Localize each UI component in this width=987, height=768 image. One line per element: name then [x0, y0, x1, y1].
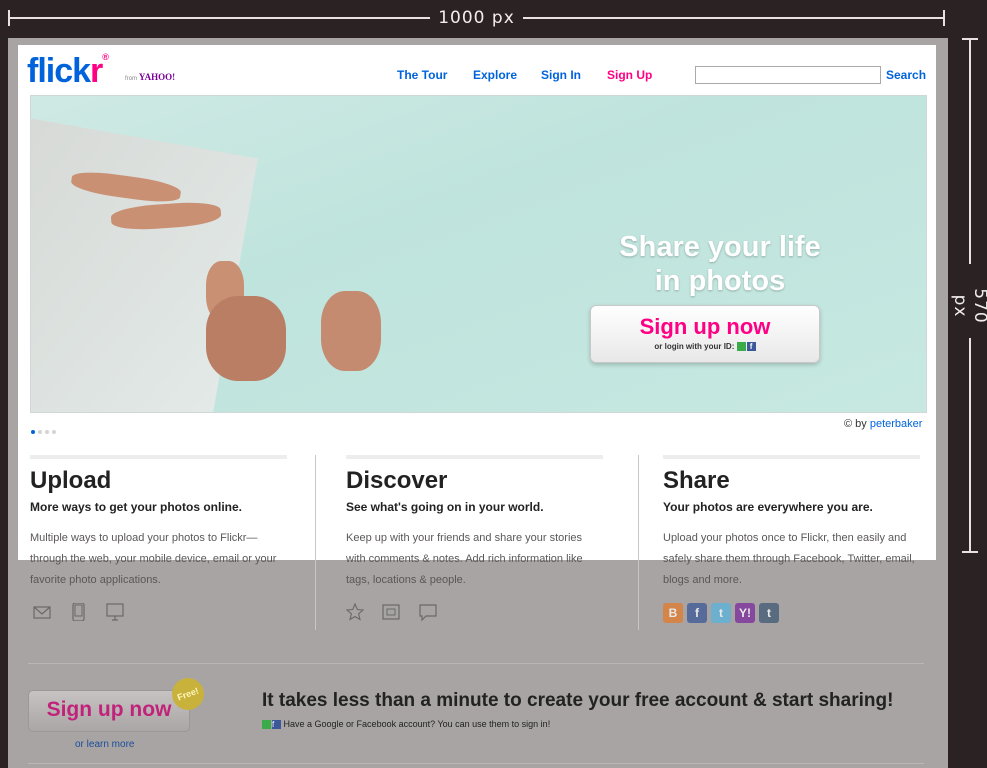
twitter-icon[interactable]: t	[711, 603, 731, 623]
upload-title: Upload	[30, 467, 112, 494]
photo-credit-link[interactable]: peterbaker	[870, 418, 923, 430]
search-input[interactable]	[695, 66, 881, 84]
carousel-dots	[31, 421, 59, 439]
mobile-icon	[72, 603, 86, 621]
learn-more-link[interactable]: or learn more	[75, 739, 134, 750]
photo-credit: © by peterbaker	[844, 418, 923, 430]
width-annotation: 1000 px	[8, 8, 945, 28]
carousel-dot[interactable]	[38, 430, 42, 434]
blogger-icon[interactable]: B	[663, 603, 683, 623]
footer-signup-button[interactable]: Sign up now	[28, 690, 190, 732]
yahoo-logo: from YAHOO!	[125, 72, 176, 82]
carousel-dot[interactable]	[45, 430, 49, 434]
footer-divider	[28, 763, 924, 764]
tumblr-icon[interactable]: t	[759, 603, 779, 623]
discover-column: Discover See what's going on in your wor…	[346, 455, 603, 591]
hero-tagline: Share your life in photos	[619, 231, 821, 297]
discover-subtitle: See what's going on in your world.	[346, 500, 544, 514]
footer-subtitle: f Have a Google or Facebook account? You…	[262, 719, 550, 730]
flickr-logo[interactable]: flickr®	[27, 52, 109, 91]
nav-explore[interactable]: Explore	[473, 68, 517, 82]
email-icon	[33, 606, 51, 619]
upload-column: Upload More ways to get your photos onli…	[30, 455, 287, 591]
star-icon	[346, 603, 364, 621]
google-icon[interactable]	[736, 342, 746, 352]
discover-icons	[346, 603, 451, 621]
hero-signup-button[interactable]: Sign up now or login with your ID: f	[590, 305, 820, 363]
upload-body: Multiple ways to upload your photos to F…	[30, 532, 277, 586]
note-icon	[382, 604, 401, 620]
share-icons: Bf t Y! t	[663, 603, 783, 623]
carousel-dot[interactable]	[52, 430, 56, 434]
nav-the-tour[interactable]: The Tour	[397, 68, 447, 82]
carousel-dot[interactable]	[31, 430, 35, 434]
nav-sign-in[interactable]: Sign In	[541, 68, 581, 82]
hero-person	[321, 291, 381, 371]
width-label: 1000 px	[430, 8, 523, 28]
facebook-icon[interactable]: f	[687, 603, 707, 623]
share-column: Share Your photos are everywhere you are…	[663, 455, 920, 591]
height-label: 570 px	[950, 288, 987, 324]
search-button[interactable]: Search	[886, 68, 926, 82]
upload-subtitle: More ways to get your photos online.	[30, 500, 243, 514]
column-divider	[638, 455, 639, 630]
nav-sign-up[interactable]: Sign Up	[607, 68, 652, 82]
facebook-icon[interactable]: f	[272, 720, 281, 730]
below-fold-overlay	[18, 560, 936, 768]
discover-body: Keep up with your friends and share your…	[346, 532, 583, 586]
column-divider	[315, 455, 316, 630]
share-body: Upload your photos once to Flickr, then …	[663, 532, 915, 586]
comment-icon	[419, 604, 437, 621]
height-annotation: 570 px	[950, 38, 987, 553]
facebook-icon[interactable]: f	[746, 342, 756, 352]
footer-title: It takes less than a minute to create yo…	[262, 690, 894, 711]
google-icon[interactable]	[262, 720, 271, 730]
footer-divider	[28, 663, 924, 664]
share-title: Share	[663, 467, 730, 494]
yahoo-icon[interactable]: Y!	[735, 603, 755, 623]
desktop-icon	[106, 603, 124, 621]
upload-icons	[33, 603, 138, 621]
share-subtitle: Your photos are everywhere you are.	[663, 500, 873, 514]
hero-person	[206, 296, 286, 381]
discover-title: Discover	[346, 467, 448, 494]
